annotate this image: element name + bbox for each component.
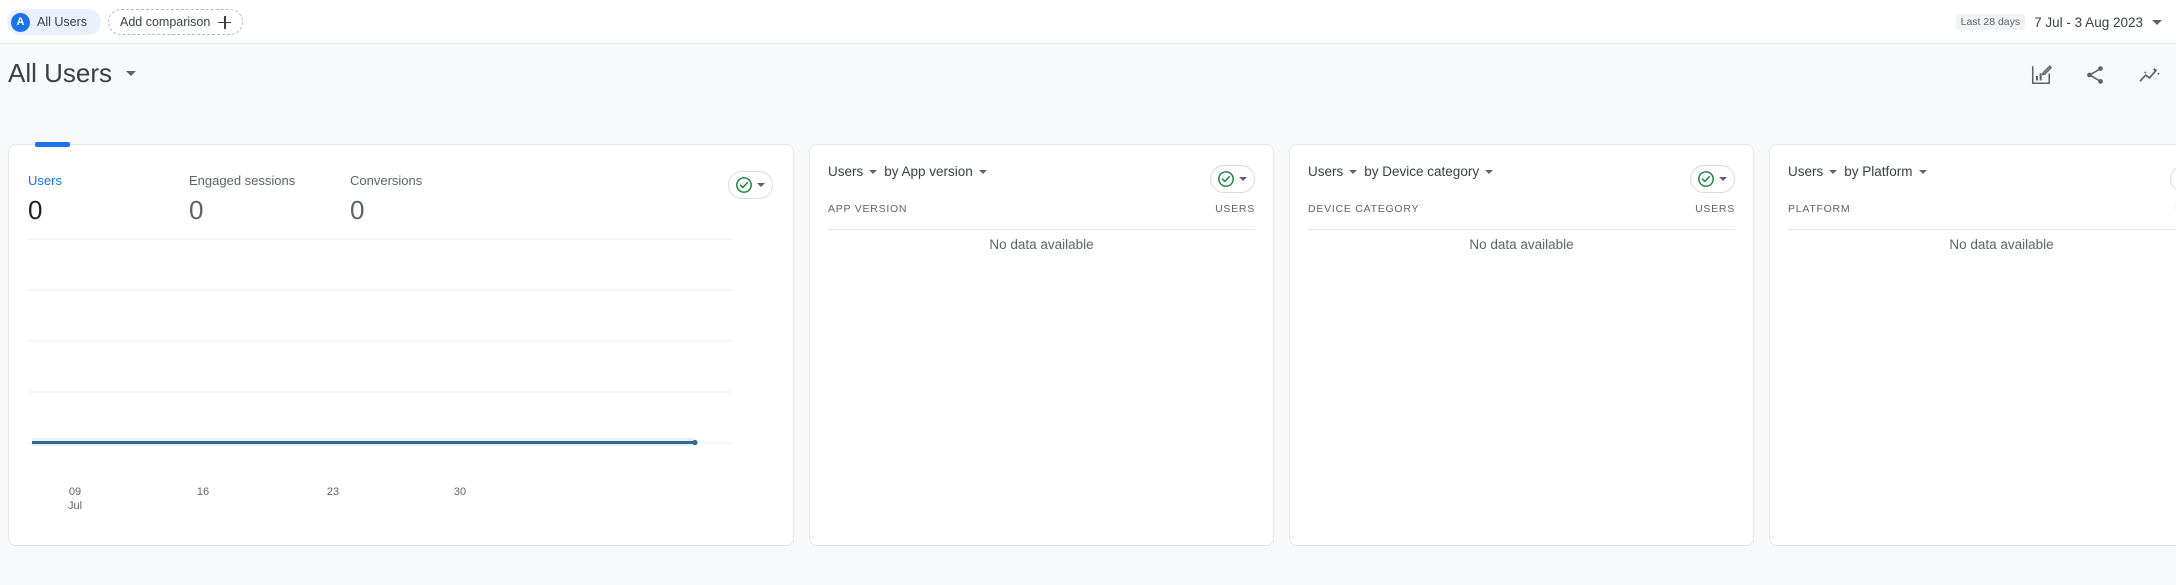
chevron-down-icon — [1719, 177, 1727, 181]
page-title-row: All Users — [0, 44, 2176, 108]
column-header-metric: USERS — [1215, 203, 1255, 215]
segment-avatar: A — [11, 12, 30, 32]
card-header: Users by Platform — [1788, 164, 1927, 179]
metric-tab-users[interactable]: Users 0 — [28, 173, 189, 223]
metric-tab-engaged-sessions[interactable]: Engaged sessions 0 — [189, 173, 350, 223]
users-by-platform-card: Users by Platform PLATFORM USERS No data… — [1769, 144, 2176, 546]
chevron-down-icon — [1829, 169, 1838, 174]
metric-label: Engaged sessions — [189, 173, 296, 188]
check-circle-icon — [1217, 170, 1235, 188]
selected-metric-indicator — [35, 142, 70, 147]
metric-value: 0 — [189, 195, 204, 225]
date-range-selector[interactable]: Last 28 days 7 Jul - 3 Aug 2023 — [1955, 0, 2162, 44]
segment-chip-label: All Users — [37, 15, 88, 29]
table-column-headers: APP VERSION USERS — [828, 203, 1255, 230]
empty-state-message: No data available — [989, 237, 1094, 252]
metric-label: Users — [828, 164, 864, 179]
edit-chart-icon[interactable] — [2028, 62, 2054, 88]
date-range-badge: Last 28 days — [1955, 14, 2026, 30]
column-header-dimension: DEVICE CATEGORY — [1308, 203, 1420, 215]
column-header-metric: USERS — [1695, 203, 1735, 215]
plus-icon — [218, 15, 232, 29]
dimension-selector[interactable]: by Device category — [1364, 164, 1494, 179]
metric-tab-conversions[interactable]: Conversions 0 — [350, 173, 511, 223]
empty-state-message: No data available — [1949, 237, 2054, 252]
x-tick: 23 — [326, 486, 340, 498]
add-comparison-label: Add comparison — [120, 15, 211, 29]
card-header: Users by Device category — [1308, 164, 1494, 179]
metric-label: Users — [1788, 164, 1824, 179]
chevron-down-icon — [1918, 169, 1927, 174]
chart-svg — [28, 238, 732, 446]
metric-label: Conversions — [350, 173, 423, 188]
dimension-selector[interactable]: by App version — [884, 164, 987, 179]
dimension-label: by Device category — [1364, 164, 1480, 179]
users-by-device-category-card: Users by Device category DEVICE CATEGORY… — [1289, 144, 1754, 546]
check-circle-icon — [1697, 170, 1715, 188]
insights-icon[interactable] — [2136, 62, 2162, 88]
empty-state-message: No data available — [1469, 237, 1574, 252]
chevron-down-icon — [126, 71, 137, 76]
chevron-down-icon — [869, 169, 878, 174]
x-tick: 09 Jul — [67, 486, 83, 513]
card-options-pill[interactable] — [1210, 165, 1255, 193]
x-tick: 30 — [453, 486, 467, 498]
analytics-report-page: A All Users Add comparison Last 28 days … — [0, 0, 2176, 585]
table-column-headers: PLATFORM USERS — [1788, 203, 2176, 230]
card-header: Users by App version — [828, 164, 987, 179]
chart-x-axis: 09 Jul 16 23 30 — [28, 483, 744, 523]
metric-value: 0 — [350, 195, 365, 225]
metric-value: 0 — [28, 195, 43, 225]
page-title-selector[interactable]: All Users — [8, 58, 137, 89]
comparison-toolbar: A All Users Add comparison Last 28 days … — [0, 0, 2176, 44]
card-options-pill[interactable] — [2170, 165, 2176, 193]
chevron-down-icon — [1485, 169, 1494, 174]
chevron-down-icon — [978, 169, 987, 174]
users-trend-chart[interactable] — [28, 233, 744, 481]
table-column-headers: DEVICE CATEGORY USERS — [1308, 203, 1735, 230]
metric-selector[interactable]: Users — [1308, 164, 1358, 179]
chevron-down-icon — [757, 183, 765, 187]
check-circle-icon — [735, 176, 753, 194]
card-options-pill[interactable] — [1690, 165, 1735, 193]
page-title: All Users — [8, 58, 113, 88]
x-tick: 16 — [196, 486, 210, 498]
chevron-down-icon — [2152, 19, 2162, 25]
date-range-text: 7 Jul - 3 Aug 2023 — [2034, 14, 2143, 30]
dimension-label: by Platform — [1844, 164, 1913, 179]
users-overview-card: Users 0 Engaged sessions 0 Conversions 0 — [8, 142, 794, 546]
metric-selector[interactable]: Users — [1788, 164, 1838, 179]
column-header-dimension: APP VERSION — [828, 203, 908, 215]
chevron-down-icon — [1349, 169, 1358, 174]
segment-chip-all-users[interactable]: A All Users — [7, 9, 102, 35]
page-actions — [2028, 62, 2162, 88]
metric-label: Users — [28, 173, 62, 188]
dimension-label: by App version — [884, 164, 973, 179]
card-options-pill[interactable] — [728, 171, 773, 199]
add-comparison-button[interactable]: Add comparison — [108, 9, 244, 35]
metric-selector[interactable]: Users — [828, 164, 878, 179]
users-by-app-version-card: Users by App version APP VERSION USERS N… — [809, 144, 1274, 546]
chevron-down-icon — [1239, 177, 1247, 181]
dimension-selector[interactable]: by Platform — [1844, 164, 1927, 179]
metric-tabs: Users 0 Engaged sessions 0 Conversions 0 — [28, 173, 511, 223]
metric-label: Users — [1308, 164, 1344, 179]
share-icon[interactable] — [2082, 62, 2108, 88]
column-header-dimension: PLATFORM — [1788, 203, 1851, 215]
